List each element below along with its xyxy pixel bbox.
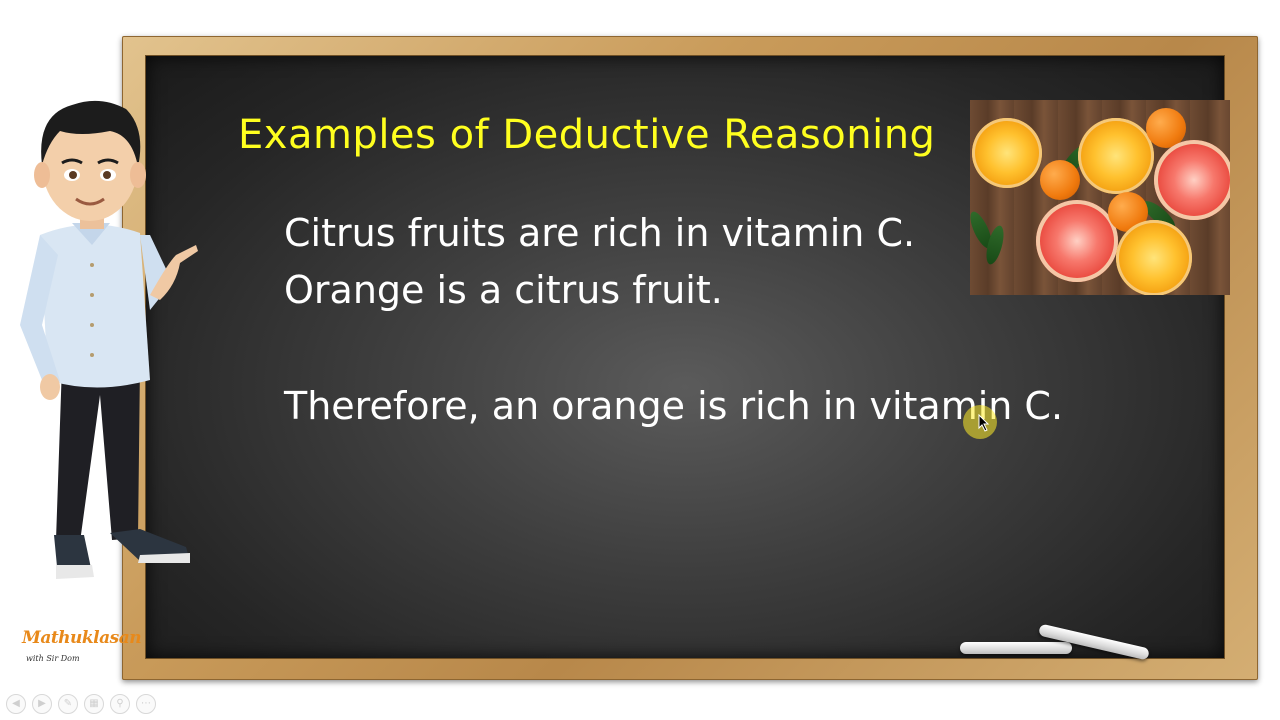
orange-half	[972, 118, 1042, 188]
grapefruit-half	[1154, 140, 1230, 220]
orange-half	[1116, 220, 1192, 295]
more-icon[interactable]: ⋯	[136, 694, 156, 714]
conclusion: Therefore, an orange is rich in vitamin …	[284, 384, 1064, 428]
mathuklasan-logo: Mathuklasan with Sir Dom	[20, 620, 142, 672]
pen-icon[interactable]: ✎	[58, 694, 78, 714]
citrus-fruit-image	[970, 100, 1230, 295]
orange-half	[1078, 118, 1154, 194]
premise-1: Citrus fruits are rich in vitamin C.	[284, 211, 916, 255]
presentation-controls: ◀ ▶ ✎ ▦ ⚲ ⋯	[6, 694, 156, 714]
zoom-icon[interactable]: ⚲	[110, 694, 130, 714]
premise-2: Orange is a citrus fruit.	[284, 268, 723, 312]
next-icon[interactable]: ▶	[32, 694, 52, 714]
logo-subtext: with Sir Dom	[26, 654, 80, 663]
prev-icon[interactable]: ◀	[6, 694, 26, 714]
teacher-avatar	[20, 100, 198, 579]
whole-orange	[1040, 160, 1080, 200]
chalkboard-surface: Examples of Deductive Reasoning Citrus f…	[146, 56, 1230, 661]
logo-text: Mathuklasan	[22, 628, 142, 648]
mouse-cursor-icon	[978, 414, 990, 432]
chalkboard-frame: Examples of Deductive Reasoning Citrus f…	[122, 36, 1258, 680]
chalk-stick	[960, 642, 1072, 654]
slide-title: Examples of Deductive Reasoning	[238, 112, 936, 158]
slides-icon[interactable]: ▦	[84, 694, 104, 714]
grapefruit-half	[1036, 200, 1118, 282]
